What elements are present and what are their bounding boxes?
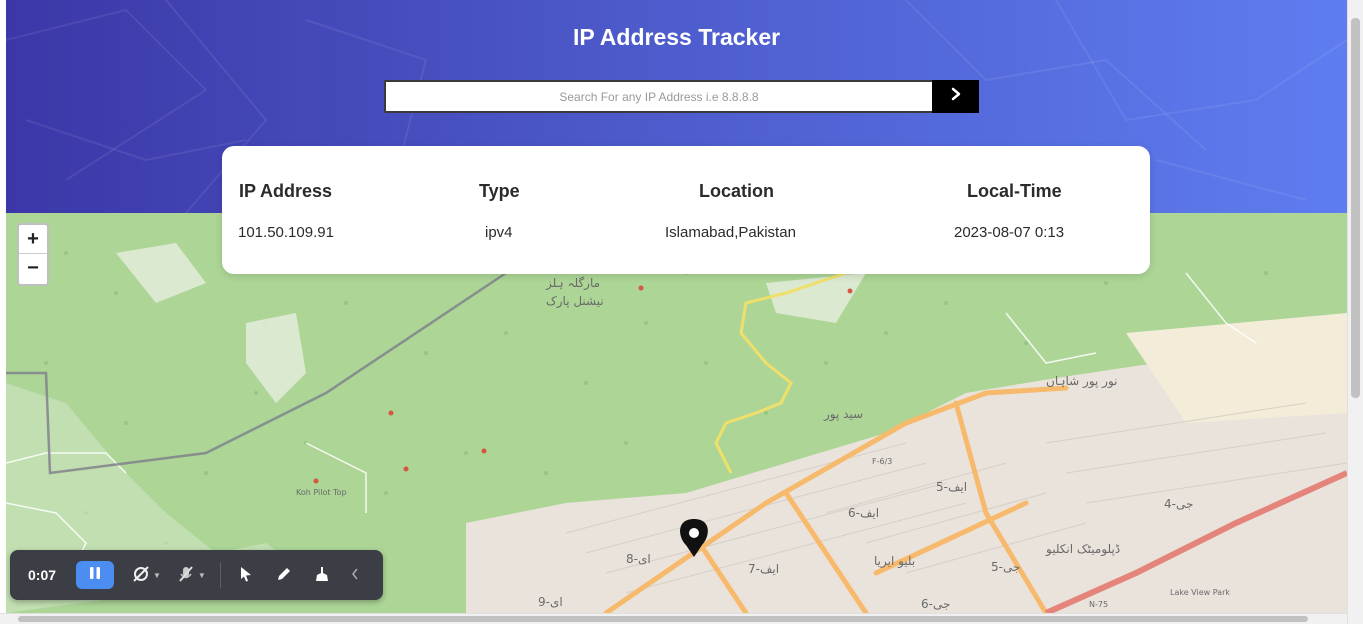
info-ip-column: IP Address 101.50.109.91 <box>222 146 454 274</box>
map-label-park2: نیشنل پارک <box>546 294 604 309</box>
info-location-value: Islamabad,Pakistan <box>665 224 796 241</box>
map-zoom-control: + − <box>17 223 49 286</box>
collapse-icon <box>351 567 359 583</box>
info-type-column: Type ipv4 <box>454 146 686 274</box>
horizontal-scrollbar-thumb[interactable] <box>18 616 1308 622</box>
info-time-value: 2023-08-07 0:13 <box>954 224 1065 241</box>
zoom-in-button[interactable]: + <box>19 225 47 254</box>
camera-toggle-button[interactable]: ▼ <box>132 560 161 590</box>
chevron-down-icon: ▼ <box>197 570 206 580</box>
search-submit-button[interactable] <box>932 80 979 113</box>
search-form <box>384 80 979 113</box>
vertical-scrollbar-thumb[interactable] <box>1351 18 1360 398</box>
map-label-g4: جی-4 <box>1164 497 1193 511</box>
info-location-column: Location Islamabad,Pakistan <box>662 146 922 274</box>
map-label-lakeview: Lake View Park <box>1170 588 1230 597</box>
info-location-label: Location <box>699 181 774 201</box>
zoom-out-button[interactable]: − <box>19 254 47 283</box>
pen-icon <box>276 566 292 585</box>
map-label-diplomatic: ڈپلومیٹک انکلیو <box>1045 542 1120 557</box>
map-label-f62: F-6/3 <box>872 457 892 466</box>
camera-off-icon <box>132 565 150 586</box>
pointer-icon <box>239 566 253 585</box>
map-label-f6: ایف-6 <box>848 506 879 520</box>
info-type-value: ipv4 <box>485 224 513 241</box>
map-label-kohpilot: Koh Pilot Top <box>296 488 347 497</box>
ip-search-input[interactable] <box>384 80 932 113</box>
mic-toggle-button[interactable]: ▼ <box>177 560 206 590</box>
map-label-f7: ایف-7 <box>748 562 779 576</box>
pen-tool-button[interactable] <box>271 560 297 590</box>
mic-off-icon <box>177 565 195 586</box>
pause-icon <box>89 566 101 585</box>
map-label-g6: جی-6 <box>921 597 950 611</box>
recording-timer: 0:07 <box>28 567 57 583</box>
collapse-toolbar-button[interactable] <box>347 560 363 590</box>
eraser-icon <box>314 566 330 585</box>
map-label-g5: جی-5 <box>991 560 1020 574</box>
ip-info-card: IP Address 101.50.109.91 Type ipv4 Locat… <box>222 146 1150 274</box>
chevron-down-icon: ▼ <box>153 570 161 580</box>
chevron-right-icon <box>950 87 962 106</box>
info-ip-value: 101.50.109.91 <box>238 224 334 241</box>
map-label-e9: ای-9 <box>538 595 563 609</box>
pointer-tool-button[interactable] <box>233 560 259 590</box>
eraser-tool-button[interactable] <box>309 560 335 590</box>
map-label-n75: N-75 <box>1089 600 1108 609</box>
map-label-e8: ای-8 <box>626 552 651 566</box>
info-type-label: Type <box>479 181 520 201</box>
map-label-f5: ایف-5 <box>936 480 967 494</box>
browser-viewport: IP Address Tracker Search For any IP Add… <box>0 0 1363 624</box>
page-title: IP Address Tracker <box>572 24 781 50</box>
map-label-noorpur: نور پور شاہاں <box>1046 374 1118 389</box>
map-label-park: مارگلہ ہلز <box>545 276 600 291</box>
toolbar-divider <box>219 562 221 588</box>
info-time-column: Local-Time 2023-08-07 0:13 <box>947 146 1150 274</box>
pause-recording-button[interactable] <box>76 561 114 589</box>
map-label-saidpur: سید پور <box>823 407 863 422</box>
info-ip-label: IP Address <box>239 181 333 201</box>
map-label-blue-area: بلیو ایریا <box>874 554 915 569</box>
vertical-scrollbar[interactable] <box>1347 0 1363 624</box>
horizontal-scrollbar[interactable] <box>0 613 1347 624</box>
screen-recorder-toolbar: 0:07 ▼ ▼ <box>10 550 383 600</box>
info-time-label: Local-Time <box>967 181 1062 201</box>
